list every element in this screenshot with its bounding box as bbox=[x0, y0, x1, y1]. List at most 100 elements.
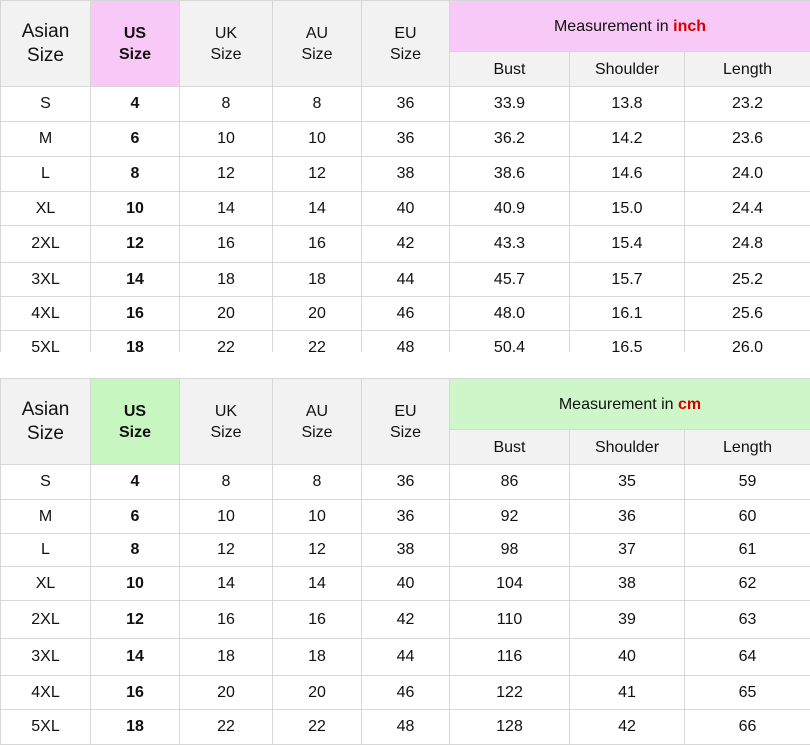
us-size-cell: 8 bbox=[91, 157, 180, 192]
bust-cell: 128 bbox=[450, 710, 570, 745]
table-row: 3XL141818441164064 bbox=[1, 639, 810, 676]
bust-cell: 86 bbox=[450, 465, 570, 500]
eu-size-cell: 40 bbox=[362, 192, 450, 226]
au-size-header-line2: Size bbox=[301, 424, 332, 441]
shoulder-cell: 42 bbox=[570, 710, 685, 745]
table-row: S48836863559 bbox=[1, 465, 810, 500]
eu-size-cell: 36 bbox=[362, 122, 450, 157]
uk-size-cell: 22 bbox=[180, 710, 273, 745]
shoulder-cell: 13.8 bbox=[570, 87, 685, 122]
bust-cell: 48.0 bbox=[450, 297, 570, 331]
uk-size-cell: 14 bbox=[180, 567, 273, 601]
eu-size-header: EU Size bbox=[362, 1, 450, 87]
uk-size-cell: 10 bbox=[180, 500, 273, 534]
asian-size-cell: 2XL bbox=[1, 226, 91, 263]
uk-size-cell: 18 bbox=[180, 263, 273, 297]
bust-cell: 33.9 bbox=[450, 87, 570, 122]
bust-cell: 110 bbox=[450, 601, 570, 639]
us-size-cell: 12 bbox=[91, 601, 180, 639]
shoulder-cell: 38 bbox=[570, 567, 685, 601]
uk-size-cell: 12 bbox=[180, 157, 273, 192]
bust-cell: 45.7 bbox=[450, 263, 570, 297]
uk-size-cell: 14 bbox=[180, 192, 273, 226]
asian-size-cell: M bbox=[1, 500, 91, 534]
shoulder-cell: 15.4 bbox=[570, 226, 685, 263]
inch-table-body: AsianSize USSize UKSize AUSize EUSize Me… bbox=[1, 1, 810, 366]
au-size-cell: 20 bbox=[273, 676, 362, 710]
length-cell: 63 bbox=[685, 601, 810, 639]
eu-size-header: EUSize bbox=[362, 379, 450, 465]
bust-cell: 104 bbox=[450, 567, 570, 601]
shoulder-cell: 14.2 bbox=[570, 122, 685, 157]
bust-cell: 36.2 bbox=[450, 122, 570, 157]
au-size-cell: 16 bbox=[273, 601, 362, 639]
bust-header: Bust bbox=[450, 52, 570, 87]
au-size-cell: 12 bbox=[273, 157, 362, 192]
eu-size-cell: 46 bbox=[362, 676, 450, 710]
asian-size-header-line1: Asian bbox=[22, 21, 70, 42]
us-size-cell: 18 bbox=[91, 710, 180, 745]
eu-size-cell: 44 bbox=[362, 263, 450, 297]
asian-size-cell: 3XL bbox=[1, 639, 91, 676]
bust-header: Bust bbox=[450, 430, 570, 465]
length-cell: 25.2 bbox=[685, 263, 810, 297]
table-gap bbox=[0, 352, 810, 378]
bust-cell: 43.3 bbox=[450, 226, 570, 263]
uk-size-header-line2: Size bbox=[210, 424, 241, 441]
bust-cell: 92 bbox=[450, 500, 570, 534]
length-cell: 65 bbox=[685, 676, 810, 710]
uk-size-header-line2: Size bbox=[210, 46, 241, 63]
eu-size-header-line2: Size bbox=[390, 46, 421, 63]
uk-size-cell: 10 bbox=[180, 122, 273, 157]
bust-cell: 40.9 bbox=[450, 192, 570, 226]
shoulder-cell: 15.7 bbox=[570, 263, 685, 297]
eu-size-cell: 38 bbox=[362, 157, 450, 192]
bust-cell: 38.6 bbox=[450, 157, 570, 192]
inch-size-table: AsianSize USSize UKSize AUSize EUSize Me… bbox=[0, 0, 810, 366]
eu-size-cell: 36 bbox=[362, 500, 450, 534]
cm-table-body: Asian Size US Size UK Size AUSize EUSize Me… bbox=[1, 379, 810, 745]
asian-size-cell: 5XL bbox=[1, 710, 91, 745]
au-size-cell: 16 bbox=[273, 226, 362, 263]
eu-size-header-line1: EU bbox=[394, 25, 416, 42]
eu-size-cell: 44 bbox=[362, 639, 450, 676]
length-cell: 66 bbox=[685, 710, 810, 745]
shoulder-cell: 35 bbox=[570, 465, 685, 500]
uk-size-header-line1: UK bbox=[215, 25, 237, 42]
eu-size-cell: 38 bbox=[362, 534, 450, 567]
au-size-header: AUSize bbox=[273, 379, 362, 465]
asian-size-header-line1: Asian bbox=[22, 399, 70, 420]
us-size-header-line1: US bbox=[124, 403, 146, 420]
us-size-cell: 10 bbox=[91, 567, 180, 601]
us-size-header-line2: Size bbox=[119, 424, 151, 441]
uk-size-cell: 18 bbox=[180, 639, 273, 676]
measurement-unit: cm bbox=[678, 396, 701, 413]
au-size-cell: 18 bbox=[273, 639, 362, 676]
asian-size-header-line2: Size bbox=[27, 423, 64, 444]
asian-size-cell: 4XL bbox=[1, 297, 91, 331]
eu-size-cell: 40 bbox=[362, 567, 450, 601]
asian-size-cell: 2XL bbox=[1, 601, 91, 639]
bust-cell: 116 bbox=[450, 639, 570, 676]
us-size-cell: 16 bbox=[91, 297, 180, 331]
us-size-cell: 6 bbox=[91, 500, 180, 534]
cm-size-table: Asian Size US Size UK Size AUSize EUSize Me… bbox=[0, 378, 810, 745]
measurement-cm-header: Measurement in cm bbox=[450, 379, 810, 430]
length-cell: 62 bbox=[685, 567, 810, 601]
eu-size-cell: 42 bbox=[362, 601, 450, 639]
eu-size-cell: 48 bbox=[362, 710, 450, 745]
table-row: M610103636.214.223.6 bbox=[1, 122, 810, 157]
measurement-unit: inch bbox=[673, 18, 706, 35]
shoulder-cell: 37 bbox=[570, 534, 685, 567]
eu-size-header-line2: Size bbox=[390, 424, 421, 441]
uk-size-header: UK Size bbox=[180, 379, 273, 465]
length-cell: 23.2 bbox=[685, 87, 810, 122]
au-size-cell: 10 bbox=[273, 122, 362, 157]
uk-size-header-line1: UK bbox=[215, 403, 237, 420]
length-cell: 59 bbox=[685, 465, 810, 500]
length-cell: 24.0 bbox=[685, 157, 810, 192]
table-row: 4XL162020461224165 bbox=[1, 676, 810, 710]
uk-size-cell: 20 bbox=[180, 297, 273, 331]
shoulder-cell: 40 bbox=[570, 639, 685, 676]
length-cell: 25.6 bbox=[685, 297, 810, 331]
